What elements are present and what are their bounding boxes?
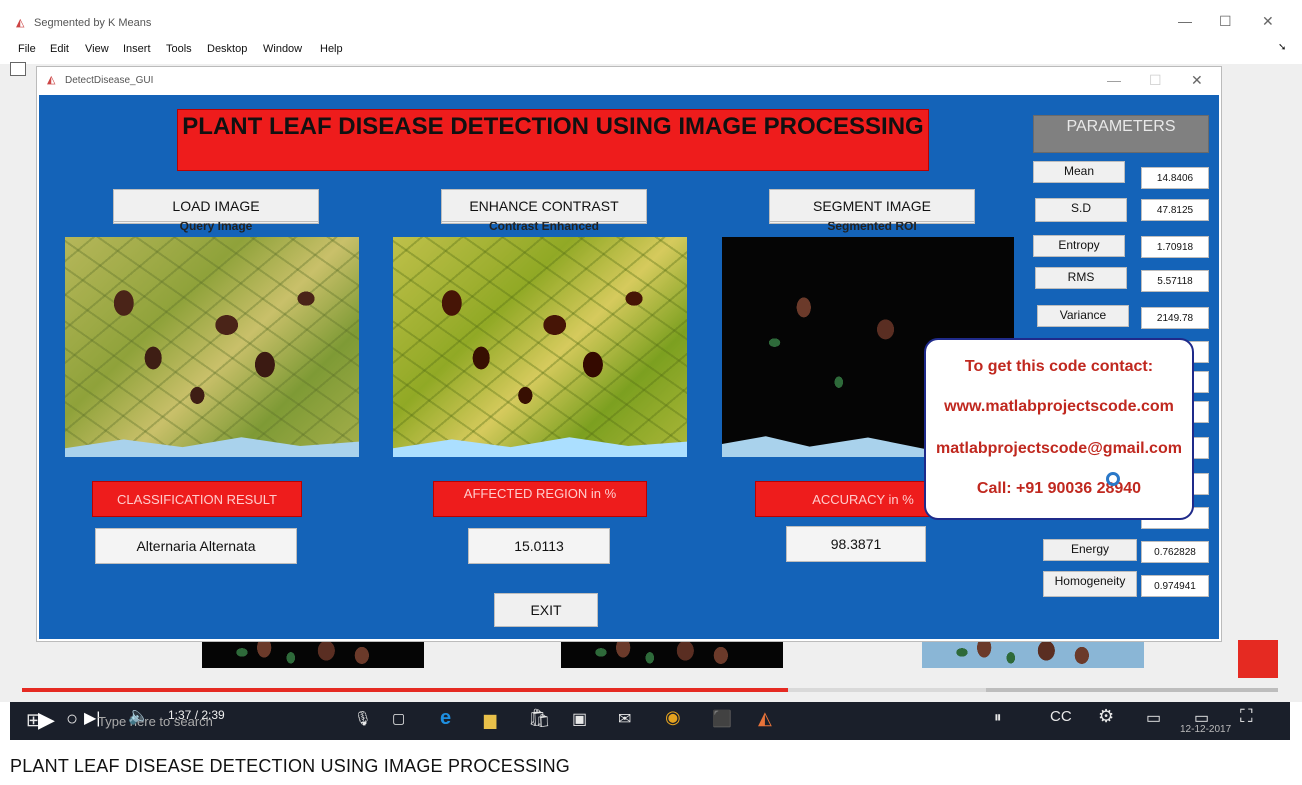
popup-line-3: matlabprojectscode@gmail.com [936, 440, 1182, 457]
menu-view[interactable]: View [85, 43, 109, 55]
param-value-energy: 0.762828 [1141, 541, 1209, 563]
taskbar-date: 12-12-2017 [1180, 724, 1232, 735]
menu-window[interactable]: Window [263, 43, 302, 55]
new-figure-icon[interactable] [10, 62, 26, 76]
affected-region-value: 15.0113 [468, 528, 610, 564]
menu-help[interactable]: Help [320, 43, 343, 55]
contrast-enhanced-image [393, 237, 687, 457]
player-controls: ⊞ ▶ ○ ▶| Type here to search 🔈 1:37 / 2:… [10, 702, 1290, 740]
param-value-variance: 2149.78 [1141, 307, 1209, 329]
menu-edit[interactable]: Edit [50, 43, 69, 55]
acrobat-icon[interactable]: ⬛ [712, 709, 732, 729]
param-label-energy: Energy [1043, 539, 1137, 561]
exit-button[interactable]: EXIT [494, 593, 598, 627]
edge-browser-icon[interactable]: e [440, 707, 451, 730]
gui-maximize-icon[interactable]: ☐ [1149, 72, 1162, 89]
gui-minimize-icon[interactable]: — [1107, 72, 1121, 88]
close-icon[interactable]: ✕ [1262, 13, 1274, 30]
menu-bar: File Edit View Insert Tools Desktop Wind… [0, 40, 1302, 60]
gui-titlebar: ◭ DetectDisease_GUI — ☐ ✕ [37, 67, 1221, 95]
segmented-image-label: Segmented ROI [827, 219, 917, 233]
gui-close-icon[interactable]: ✕ [1191, 72, 1203, 89]
query-image [65, 237, 359, 457]
contact-popup: To get this code contact: www.matlabproj… [924, 338, 1194, 520]
miniplayer-icon[interactable]: ▭ [1146, 708, 1161, 728]
param-label-entropy: Entropy [1033, 235, 1125, 257]
matlab-icon: ◭ [47, 74, 56, 86]
accuracy-value: 98.3871 [786, 526, 926, 562]
param-value-homogeneity: 0.974941 [1141, 575, 1209, 597]
settings-gear-icon[interactable]: ⚙ [1098, 706, 1114, 727]
popup-line-1: To get this code contact: [964, 358, 1154, 375]
menu-tools[interactable]: Tools [166, 43, 192, 55]
background-segment-image-2 [561, 638, 783, 668]
gui-window-title: DetectDisease_GUI [65, 75, 154, 86]
background-segment-image-1 [202, 638, 424, 668]
outer-titlebar: ◭ Segmented by K Means — ☐ ✕ [0, 0, 1302, 40]
cortana-circle-icon[interactable]: ○ [66, 708, 78, 731]
param-label-mean: Mean [1033, 161, 1125, 183]
dock-arrow-icon[interactable]: ➘ [1278, 42, 1286, 53]
play-icon[interactable]: ▶ [38, 707, 55, 733]
matlab-taskbar-icon[interactable]: ◭ [758, 708, 772, 729]
autoplay-toggle-icon[interactable]: ⏸ [994, 709, 1002, 726]
classification-result-value: Alternaria Alternata [95, 528, 297, 564]
matlab-icon: ◭ [16, 17, 25, 29]
popup-line-2: www.matlabprojectscode.com [944, 398, 1174, 415]
query-image-background [65, 437, 359, 457]
video-progress-played [22, 688, 788, 692]
param-value-mean: 14.8406 [1141, 167, 1209, 189]
video-title: PLANT LEAF DISEASE DETECTION USING IMAGE… [10, 756, 570, 776]
param-label-sd: S.D [1035, 198, 1127, 222]
video-progress-bar[interactable] [22, 688, 1278, 692]
loading-spinner-icon [1106, 472, 1120, 486]
task-view-icon[interactable]: ▢ [392, 710, 405, 727]
microphone-icon[interactable]: 🎙 [354, 710, 372, 727]
param-label-homogeneity: Homogeneity [1043, 571, 1137, 597]
parameters-title: PARAMETERS [1033, 115, 1209, 153]
param-value-sd: 47.8125 [1141, 199, 1209, 221]
gui-heading: PLANT LEAF DISEASE DETECTION USING IMAGE… [177, 109, 929, 171]
affected-region-label: AFFECTED REGION in % [433, 481, 647, 517]
video-progress-buffered [788, 688, 986, 692]
outer-window-title: Segmented by K Means [34, 17, 152, 29]
volume-icon[interactable]: 🔈 [128, 706, 149, 726]
menu-insert[interactable]: Insert [123, 43, 151, 55]
app-window-icon[interactable]: ▣ [572, 709, 587, 729]
mail-icon[interactable]: ✉ [618, 709, 631, 729]
param-value-rms: 5.57118 [1141, 270, 1209, 292]
store-icon[interactable]: 🛍 [528, 708, 551, 729]
param-label-rms: RMS [1035, 267, 1127, 289]
maximize-icon[interactable]: ☐ [1219, 13, 1232, 30]
param-value-entropy: 1.70918 [1141, 236, 1209, 258]
file-explorer-icon[interactable]: ▆ [484, 710, 496, 730]
end-card-thumbnail[interactable] [1238, 640, 1278, 678]
contrast-image-background [393, 437, 687, 457]
classification-result-label: CLASSIFICATION RESULT [92, 481, 302, 517]
chrome-icon[interactable]: ◉ [665, 707, 681, 728]
video-time: 1:37 / 2:39 [168, 708, 225, 722]
background-segment-image-3 [922, 638, 1144, 668]
minimize-icon[interactable]: — [1178, 13, 1192, 29]
query-image-label: Query Image [179, 219, 253, 233]
fullscreen-icon[interactable]: ⛶ [1240, 706, 1253, 727]
menu-file[interactable]: File [18, 43, 36, 55]
menu-desktop[interactable]: Desktop [207, 43, 247, 55]
popup-line-4: Call: +91 90036 28940 [976, 480, 1142, 497]
contrast-image-label: Contrast Enhanced [488, 219, 599, 233]
param-label-variance: Variance [1037, 305, 1129, 327]
captions-icon[interactable]: CC [1050, 708, 1072, 725]
